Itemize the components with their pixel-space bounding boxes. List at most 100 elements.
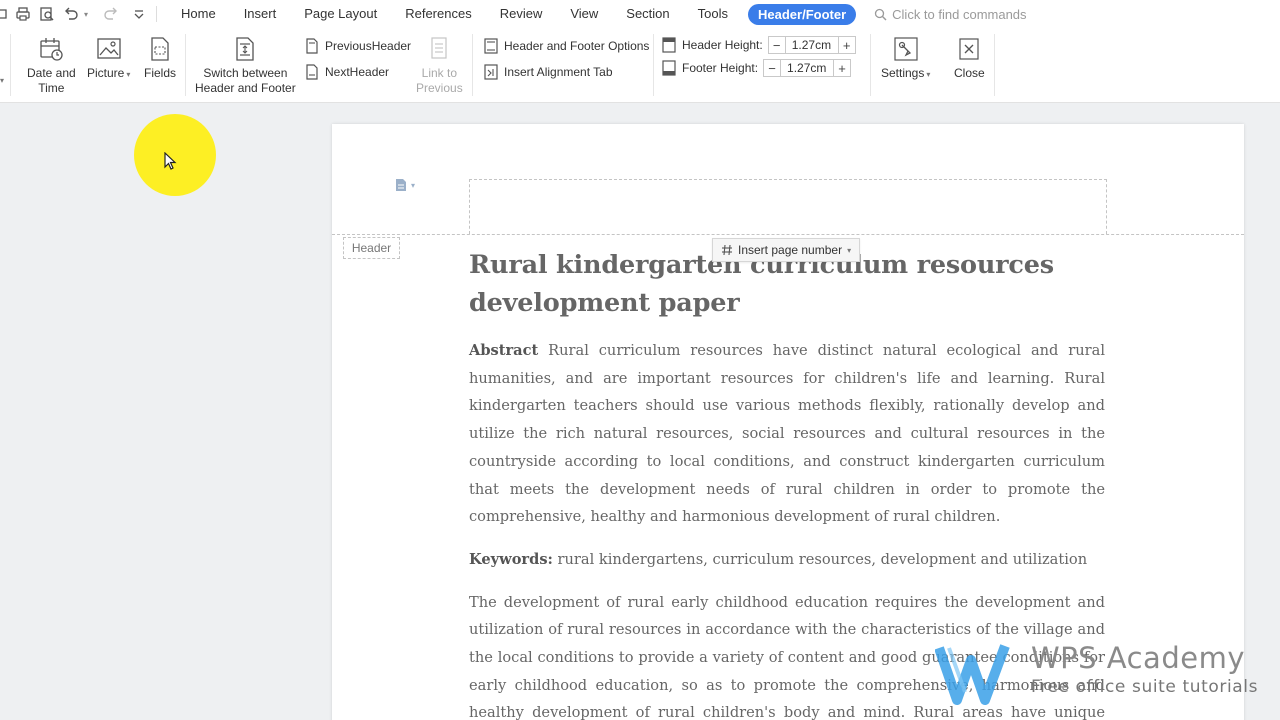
watermark-text: WPS Academy Free office suite tutorials [1031, 640, 1258, 698]
insert-page-number-label: Insert page number [738, 243, 843, 257]
abstract-text: Rural curriculum resources have distinct… [469, 342, 1105, 526]
open-icon[interactable] [0, 3, 10, 25]
tab-view[interactable]: View [556, 0, 612, 28]
page-number-icon [722, 244, 732, 256]
print-icon[interactable] [12, 3, 34, 25]
settings-icon [893, 36, 919, 62]
header-height-increase-button[interactable]: + [837, 36, 856, 54]
fields-icon [147, 36, 173, 62]
tab-section[interactable]: Section [612, 0, 683, 28]
next-header-icon [304, 64, 320, 80]
next-header-button[interactable]: NextHeader [304, 64, 389, 80]
footer-height-increase-button[interactable]: + [833, 59, 852, 77]
close-label: Close [954, 66, 985, 80]
switch-header-footer-label: Switch between Header and Footer [195, 66, 296, 95]
close-header-footer-button[interactable]: Close [954, 36, 985, 81]
keywords-label: Keywords: [469, 550, 553, 568]
ribbon: ▾ Date and Time Picture ▾ Fields Switch b… [0, 28, 1280, 103]
chevron-down-icon: ▾ [411, 180, 416, 190]
settings-label: Settings [881, 66, 925, 80]
footer-height-label: Footer Height: [682, 61, 759, 75]
insert-alignment-tab-label: Insert Alignment Tab [504, 65, 613, 79]
footer-height-control: Footer Height: − 1.27cm + [661, 59, 852, 77]
print-preview-icon[interactable] [36, 3, 58, 25]
ribbon-overflow-icon[interactable]: ▾ [0, 76, 4, 85]
tab-page-layout[interactable]: Page Layout [290, 0, 391, 28]
picture-button[interactable]: Picture ▾ [87, 36, 130, 82]
menu-tabs: Home Insert Page Layout References Revie… [167, 0, 857, 28]
date-and-time-label: Date and Time [27, 66, 76, 95]
header-height-control: Header Height: − 1.27cm + [661, 36, 856, 54]
tab-tools[interactable]: Tools [684, 0, 742, 28]
header-height-label: Header Height: [682, 38, 763, 52]
header-area[interactable] [469, 179, 1107, 234]
header-height-input[interactable]: 1.27cm [785, 36, 838, 54]
find-placeholder: Click to find commands [892, 6, 1027, 22]
menu-bar: ▾ Home Insert Page Layout References Rev… [0, 0, 1280, 28]
ribbon-divider [653, 34, 654, 96]
calendar-clock-icon [38, 36, 64, 62]
picture-icon [96, 36, 122, 62]
redo-icon[interactable] [100, 3, 122, 25]
abstract-paragraph: Abstract Rural curriculum resources have… [469, 337, 1105, 531]
header-footer-options-button[interactable]: Header and Footer Options [483, 38, 649, 54]
mouse-pointer-icon [164, 152, 177, 170]
tab-references[interactable]: References [391, 0, 485, 28]
picture-dropdown-icon[interactable]: ▾ [126, 70, 130, 79]
settings-button[interactable]: Settings ▾ [881, 36, 930, 82]
footer-height-decrease-button[interactable]: − [763, 59, 782, 77]
header-height-decrease-button[interactable]: − [767, 36, 786, 54]
next-header-label: NextHeader [325, 65, 390, 79]
link-to-previous-icon [426, 36, 452, 62]
header-footer-options-label: Header and Footer Options [504, 39, 650, 53]
previous-header-label: PreviousHeader [325, 39, 412, 53]
document-icon [396, 179, 406, 191]
watermark-subtitle: Free office suite tutorials [1031, 677, 1259, 697]
abstract-label: Abstract [469, 342, 539, 359]
tab-review[interactable]: Review [486, 0, 557, 28]
find-commands[interactable]: Click to find commands [874, 6, 1027, 22]
footer-height-icon [661, 60, 677, 76]
link-to-previous-button[interactable]: Link to Previous [416, 36, 463, 96]
keywords-paragraph: Keywords: rural kindergartens, curriculu… [469, 546, 1105, 574]
footer-height-stepper: − 1.27cm + [763, 59, 852, 77]
settings-dropdown-icon[interactable]: ▾ [926, 70, 930, 79]
customize-toolbar-icon[interactable] [128, 3, 150, 25]
link-to-previous-label: Link to Previous [416, 66, 463, 95]
ribbon-divider [10, 34, 11, 96]
header-boundary [332, 234, 1244, 235]
undo-dropdown-icon[interactable]: ▾ [84, 10, 92, 19]
alignment-tab-icon [483, 64, 499, 80]
ribbon-divider [870, 34, 871, 96]
insert-alignment-tab-button[interactable]: Insert Alignment Tab [483, 64, 613, 80]
wps-logo-icon [935, 644, 1010, 705]
document-options[interactable]: ▾ [394, 178, 415, 192]
fields-button[interactable]: Fields [144, 36, 176, 81]
tab-header-footer[interactable]: Header/Footer [748, 3, 857, 25]
header-tag: Header [343, 237, 400, 259]
previous-header-button[interactable]: PreviousHeader [304, 38, 411, 54]
picture-label: Picture [87, 66, 125, 80]
watermark-title: WPS Academy [1031, 641, 1245, 675]
insert-page-number-button[interactable]: Insert page number ▾ [712, 238, 861, 262]
tab-insert[interactable]: Insert [230, 0, 291, 28]
header-footer-options-icon [483, 38, 499, 54]
footer-height-input[interactable]: 1.27cm [781, 59, 834, 77]
header-height-icon [661, 37, 677, 53]
menu-divider [156, 6, 157, 22]
quick-access-toolbar: ▾ [0, 0, 150, 28]
date-and-time-button[interactable]: Date and Time [27, 36, 76, 96]
previous-header-icon [304, 38, 320, 54]
ribbon-divider [472, 34, 473, 96]
switch-header-footer-button[interactable]: Switch between Header and Footer [195, 36, 296, 96]
undo-icon[interactable] [60, 3, 82, 25]
ribbon-divider [994, 34, 995, 96]
search-icon [875, 8, 887, 20]
ribbon-divider [185, 34, 186, 96]
switch-header-footer-icon [232, 36, 258, 62]
chevron-down-icon: ▾ [847, 245, 852, 255]
document-page: ▾ Header Insert page number ▾ Rural kind… [332, 124, 1244, 720]
header-height-stepper: − 1.27cm + [767, 36, 856, 54]
tab-home[interactable]: Home [167, 0, 230, 28]
wps-academy-watermark: WPS Academy Free office suite tutorials [935, 640, 1265, 706]
